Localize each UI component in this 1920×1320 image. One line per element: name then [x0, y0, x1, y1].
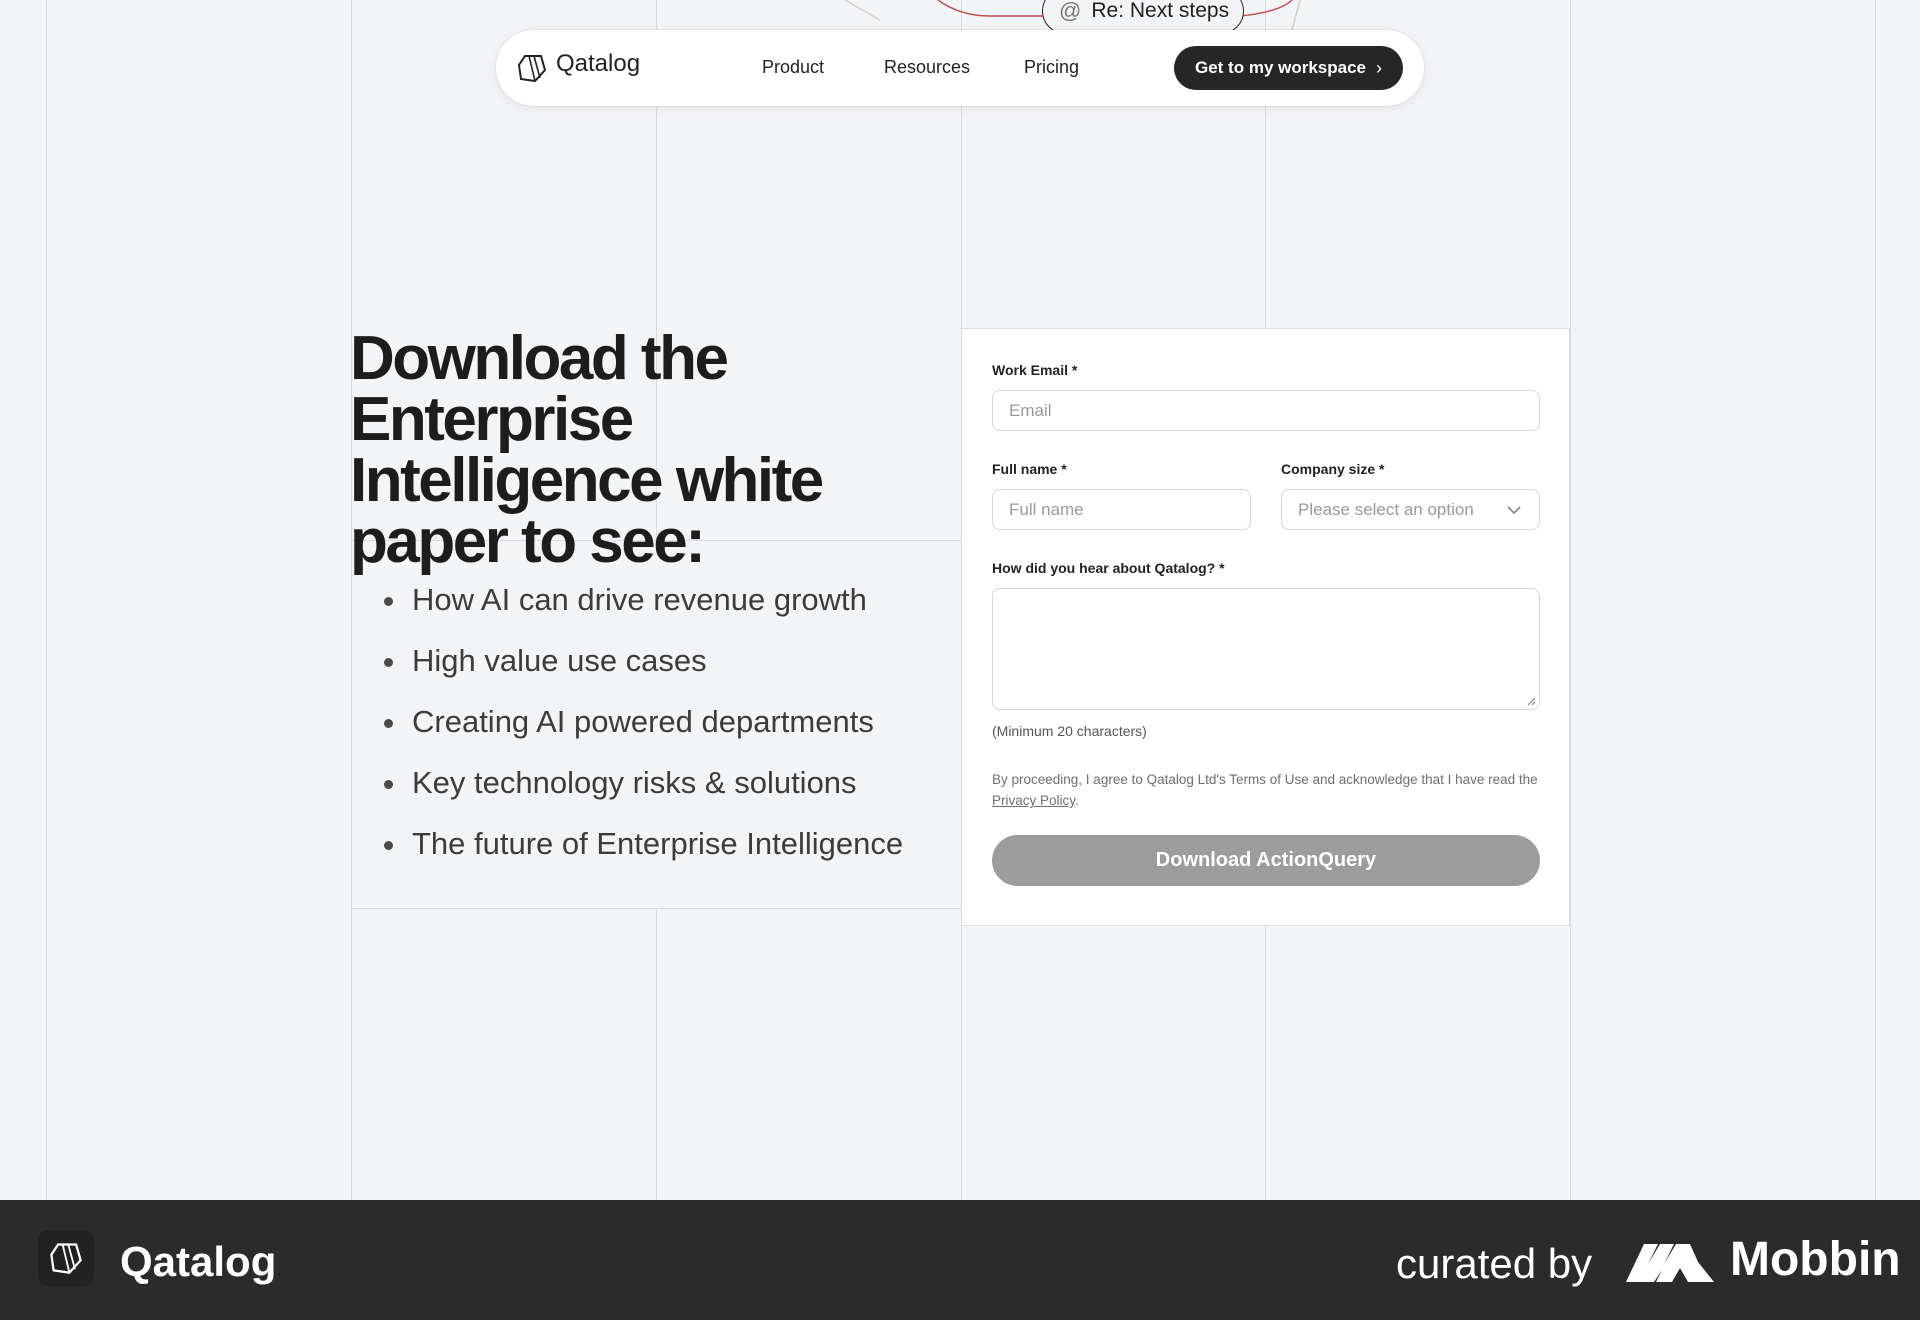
- legal-text: By proceeding, I agree to Qatalog Ltd's …: [992, 769, 1552, 811]
- mobbin-wordmark: Mobbin: [1730, 1233, 1901, 1286]
- email-label: Work Email *: [992, 362, 1078, 378]
- company-size-select[interactable]: Please select an option: [1281, 489, 1540, 530]
- list-item-text: High value use cases: [412, 643, 707, 678]
- qatalog-app-icon: [38, 1230, 94, 1286]
- qatalog-logo-icon: [50, 1243, 82, 1274]
- list-item-text: Key technology risks & solutions: [412, 765, 857, 800]
- message-chip: @ Re: Next steps: [1042, 0, 1244, 34]
- bullet-icon: [384, 597, 393, 606]
- bullet-icon: [384, 658, 393, 667]
- source-label: How did you hear about Qatalog? *: [992, 560, 1225, 576]
- bullet-icon: [384, 841, 393, 850]
- mobbin-logo-icon: [1626, 1244, 1714, 1282]
- qatalog-logo-icon[interactable]: [516, 52, 548, 84]
- legal-period: .: [1075, 793, 1079, 808]
- email-field[interactable]: Email: [992, 390, 1540, 431]
- workspace-button[interactable]: Get to my workspace ›: [1174, 46, 1403, 90]
- page-title: Download the Enterprise Intelligence whi…: [350, 324, 824, 576]
- grid-line: [656, 908, 657, 1200]
- nav-link-resources[interactable]: Resources: [884, 57, 970, 78]
- resize-handle-icon[interactable]: [1526, 696, 1536, 706]
- nav-link-product[interactable]: Product: [762, 57, 824, 78]
- source-textarea[interactable]: [992, 588, 1540, 710]
- list-item: Key technology risks & solutions: [384, 765, 903, 826]
- company-size-label: Company size *: [1281, 461, 1385, 477]
- company-size-placeholder: Please select an option: [1298, 499, 1474, 519]
- bullet-icon: [384, 780, 393, 789]
- list-item: How AI can drive revenue growth: [384, 582, 903, 643]
- download-form: Work Email * Email Full name * Full name…: [961, 328, 1570, 926]
- download-button[interactable]: Download ActionQuery: [992, 835, 1540, 886]
- grid-line: [1875, 0, 1876, 1200]
- top-navigation: Qatalog Product Resources Pricing Get to…: [496, 30, 1424, 106]
- chevron-right-icon: ›: [1376, 57, 1383, 78]
- full-name-placeholder: Full name: [1009, 499, 1084, 519]
- nav-link-pricing[interactable]: Pricing: [1024, 57, 1079, 78]
- list-item-text: How AI can drive revenue growth: [412, 582, 867, 617]
- list-item: High value use cases: [384, 643, 903, 704]
- list-item: Creating AI powered departments: [384, 704, 903, 765]
- legal-copy: By proceeding, I agree to Qatalog Ltd's …: [992, 772, 1538, 787]
- email-placeholder: Email: [1009, 400, 1052, 420]
- grid-line: [351, 908, 961, 909]
- at-icon: @: [1059, 0, 1082, 23]
- privacy-policy-link[interactable]: Privacy Policy: [992, 793, 1075, 808]
- chevron-down-icon: [1507, 502, 1521, 518]
- grid-line: [46, 0, 47, 1200]
- full-name-field[interactable]: Full name: [992, 489, 1251, 530]
- list-item: The future of Enterprise Intelligence: [384, 826, 903, 887]
- list-item-text: The future of Enterprise Intelligence: [412, 826, 904, 861]
- grid-line: [351, 0, 352, 1200]
- nav-brand[interactable]: Qatalog: [556, 50, 640, 78]
- message-chip-label: Re: Next steps: [1091, 0, 1230, 22]
- list-item-text: Creating AI powered departments: [412, 704, 874, 739]
- bullet-icon: [384, 719, 393, 728]
- curated-by-label: curated by: [1396, 1240, 1593, 1287]
- footer-bar: Qatalog curated by Mobbin: [0, 1200, 1920, 1320]
- benefits-list: How AI can drive revenue growth High val…: [384, 582, 903, 887]
- min-characters-hint: (Minimum 20 characters): [992, 723, 1147, 739]
- full-name-label: Full name *: [992, 461, 1067, 477]
- footer-brand: Qatalog: [120, 1238, 277, 1285]
- grid-line: [1570, 0, 1571, 1200]
- workspace-button-label: Get to my workspace: [1195, 58, 1367, 77]
